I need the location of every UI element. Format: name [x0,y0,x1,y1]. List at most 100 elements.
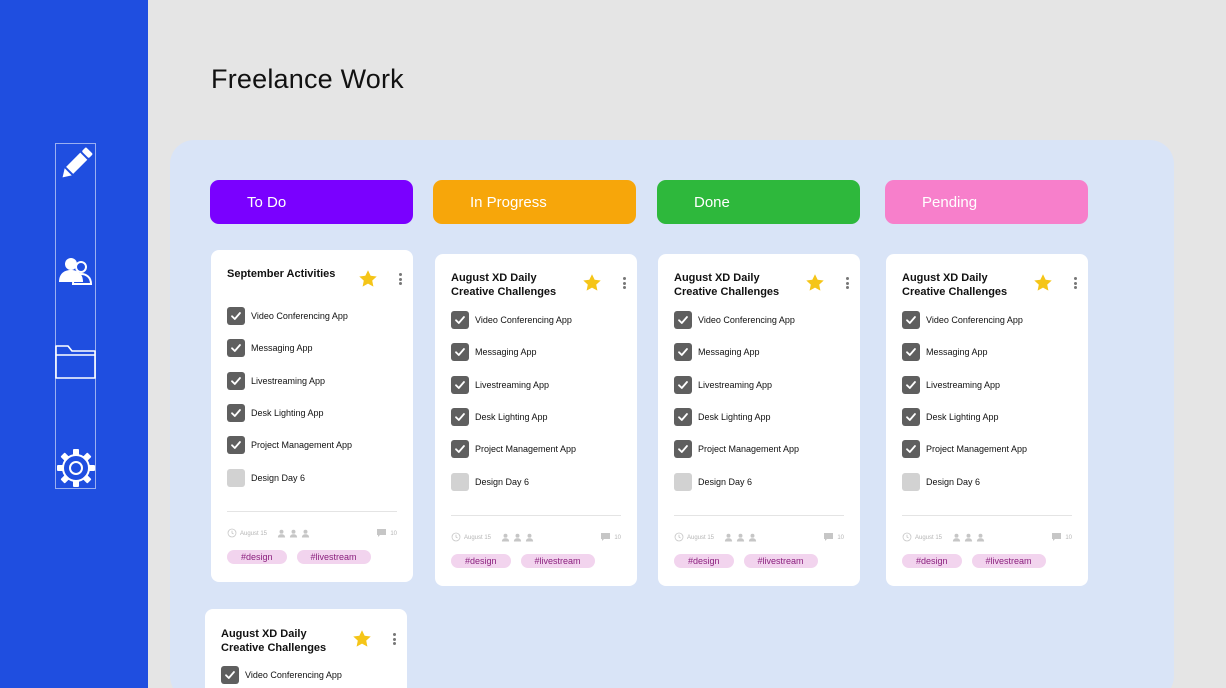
card-title: August XD Daily Creative Challenges [902,272,1008,298]
checkbox-checked[interactable] [902,343,920,361]
more-options-icon[interactable] [1071,275,1079,291]
task-label: Messaging App [926,347,988,357]
task-item[interactable]: Desk Lighting App [451,408,548,426]
avatar-icon [501,529,510,547]
task-item[interactable]: Livestreaming App [227,372,325,390]
task-item[interactable]: Messaging App [674,343,760,361]
task-item[interactable]: Video Conferencing App [221,666,342,684]
comments[interactable]: 10 [823,529,844,547]
task-item[interactable]: Desk Lighting App [674,408,771,426]
checkbox-checked[interactable] [451,440,469,458]
tag-chip[interactable]: #livestream [971,554,1046,568]
more-options-icon[interactable] [620,275,628,291]
tag-chip[interactable]: #design [674,554,734,568]
task-card: August XD Daily Creative Challenges Video… [886,254,1088,586]
checkbox-checked[interactable] [902,408,920,426]
tag-list: #design #livestream [674,554,818,568]
checkbox-checked[interactable] [227,436,245,454]
tag-chip[interactable]: #livestream [296,550,371,564]
task-item[interactable]: Design Day 6 [227,469,305,487]
task-item[interactable]: Messaging App [451,343,537,361]
avatar-icon [964,529,973,547]
tag-chip[interactable]: #design [227,550,287,564]
task-item[interactable]: Desk Lighting App [902,408,999,426]
more-options-icon[interactable] [390,631,398,647]
star-icon[interactable] [357,268,379,290]
gear-icon[interactable] [54,446,98,490]
checkbox-unchecked[interactable] [674,473,692,491]
task-item[interactable]: Livestreaming App [674,376,772,394]
tag-chip[interactable]: #livestream [743,554,818,568]
due-date: August 15 [464,535,492,541]
checkbox-checked[interactable] [902,440,920,458]
task-item[interactable]: Design Day 6 [902,473,980,491]
due-date: August 15 [687,535,715,541]
column-header-done[interactable]: Done [657,180,860,224]
task-item[interactable]: Livestreaming App [451,376,549,394]
assignee-avatars [501,529,534,547]
avatar-icon [289,525,298,543]
task-card: August XD Daily Creative Challenges Video… [435,254,637,586]
star-icon[interactable] [351,628,373,650]
comments[interactable]: 10 [600,529,621,547]
checkbox-unchecked[interactable] [902,473,920,491]
avatar-icon [277,525,286,543]
checkbox-checked[interactable] [674,343,692,361]
task-item[interactable]: Video Conferencing App [674,311,795,329]
star-icon[interactable] [581,272,603,294]
column-header-pending[interactable]: Pending [885,180,1088,224]
checkbox-checked[interactable] [674,311,692,329]
comment-icon [823,529,834,547]
avatar-icon [736,529,745,547]
checkbox-checked[interactable] [227,372,245,390]
sidebar [0,0,148,688]
task-item[interactable]: Messaging App [227,339,313,357]
tag-chip[interactable]: #design [451,554,511,568]
pencil-icon[interactable] [54,142,98,186]
task-item[interactable]: Project Management App [902,440,1027,458]
checkbox-checked[interactable] [227,404,245,422]
comments[interactable]: 10 [376,525,397,543]
checkbox-checked[interactable] [221,666,239,684]
task-label: Desk Lighting App [475,412,548,422]
checkbox-checked[interactable] [902,311,920,329]
task-item[interactable]: Design Day 6 [674,473,752,491]
checkbox-checked[interactable] [227,307,245,325]
column-header-todo[interactable]: To Do [210,180,413,224]
checkbox-checked[interactable] [902,376,920,394]
task-item[interactable]: Video Conferencing App [227,307,348,325]
more-options-icon[interactable] [843,275,851,291]
users-icon[interactable] [54,250,98,294]
tag-chip[interactable]: #design [902,554,962,568]
column-header-in-progress[interactable]: In Progress [433,180,636,224]
task-label: Design Day 6 [698,477,753,487]
task-item[interactable]: Video Conferencing App [902,311,1023,329]
task-item[interactable]: Project Management App [451,440,576,458]
more-options-icon[interactable] [396,271,404,287]
star-icon[interactable] [804,272,826,294]
task-label: Design Day 6 [926,477,981,487]
checkbox-checked[interactable] [674,376,692,394]
checkbox-unchecked[interactable] [451,473,469,491]
task-item[interactable]: Desk Lighting App [227,404,324,422]
checkbox-checked[interactable] [674,440,692,458]
card-meta: August 15 10 [227,528,397,540]
task-item[interactable]: Project Management App [674,440,799,458]
comments[interactable]: 10 [1051,529,1072,547]
checkbox-checked[interactable] [451,343,469,361]
folder-icon[interactable] [54,338,98,382]
checkbox-checked[interactable] [674,408,692,426]
checkbox-checked[interactable] [451,408,469,426]
checkbox-checked[interactable] [451,311,469,329]
star-icon[interactable] [1032,272,1054,294]
task-item[interactable]: Design Day 6 [451,473,529,491]
checkbox-unchecked[interactable] [227,469,245,487]
checkbox-checked[interactable] [451,376,469,394]
task-label: Project Management App [251,440,353,450]
task-item[interactable]: Messaging App [902,343,988,361]
task-item[interactable]: Project Management App [227,436,352,454]
task-item[interactable]: Video Conferencing App [451,311,572,329]
tag-chip[interactable]: #livestream [520,554,595,568]
checkbox-checked[interactable] [227,339,245,357]
task-item[interactable]: Livestreaming App [902,376,1000,394]
